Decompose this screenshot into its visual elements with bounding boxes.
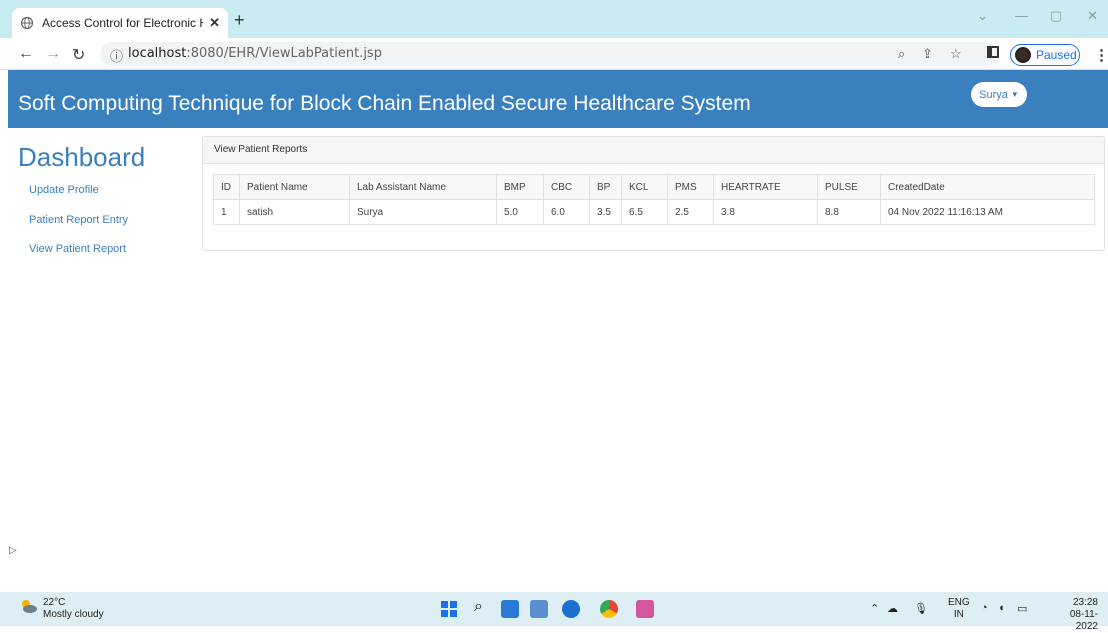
play-icon[interactable]: ▷ bbox=[9, 545, 17, 556]
zoom-icon[interactable]: ⌕ bbox=[898, 46, 905, 62]
chevron-up-icon[interactable]: ⌃ bbox=[870, 602, 879, 615]
windows-start-icon[interactable] bbox=[440, 600, 458, 618]
cell-patient-name: satish bbox=[239, 199, 350, 225]
weather-temperature: 22°C bbox=[43, 597, 66, 608]
cell-id: 1 bbox=[213, 199, 240, 225]
column-header-createddate: CreatedDate bbox=[880, 174, 1095, 200]
microphone-icon[interactable]: 🎙 bbox=[914, 602, 928, 615]
region-code: IN bbox=[953, 609, 964, 620]
language-indicator[interactable]: ENG IN bbox=[948, 597, 970, 621]
column-header-bmp: BMP bbox=[496, 174, 544, 200]
reload-icon[interactable]: ↻ bbox=[72, 45, 85, 65]
clock-date: 08-11-2022 bbox=[1069, 609, 1098, 632]
tab-title: Access Control for Electronic Hea bbox=[42, 16, 203, 30]
weather-condition: Mostly cloudy bbox=[43, 609, 104, 620]
column-header-cbc: CBC bbox=[543, 174, 590, 200]
column-header-lab-assistant-name: Lab Assistant Name bbox=[349, 174, 497, 200]
cell-pulse: 8.8 bbox=[817, 199, 881, 225]
table-header-row: ID Patient Name Lab Assistant Name BMP C… bbox=[213, 174, 1095, 200]
cell-kcl: 6.5 bbox=[621, 199, 668, 225]
tab-close-icon[interactable]: ✕ bbox=[209, 15, 220, 31]
column-header-pulse: PULSE bbox=[817, 174, 881, 200]
minimize-icon[interactable]: — bbox=[1015, 8, 1028, 23]
tab-search-icon[interactable]: ⌄ bbox=[977, 8, 988, 24]
cell-bp: 3.5 bbox=[589, 199, 622, 225]
column-header-patient-name: Patient Name bbox=[239, 174, 350, 200]
sidebar-item-view-patient-report[interactable]: View Patient Report bbox=[29, 243, 126, 255]
column-header-pms: PMS bbox=[667, 174, 714, 200]
reports-table: ID Patient Name Lab Assistant Name BMP C… bbox=[213, 174, 1095, 225]
reports-panel: View Patient Reports ID Patient Name Lab… bbox=[202, 136, 1105, 251]
table-row: 1 satish Surya 5.0 6.0 3.5 6.5 2.5 3.8 8… bbox=[213, 199, 1095, 225]
weather-cloudy-icon[interactable] bbox=[18, 598, 38, 614]
side-panel-icon[interactable] bbox=[987, 46, 999, 58]
user-name: Surya bbox=[979, 88, 1008, 101]
lang-code: ENG bbox=[948, 597, 970, 608]
app-header: Soft Computing Technique for Block Chain… bbox=[8, 70, 1108, 128]
restore-icon[interactable]: ▢ bbox=[1050, 8, 1062, 24]
cell-createddate: 04 Nov 2022 11:16:13 AM bbox=[880, 199, 1095, 225]
caret-down-icon: ▼ bbox=[1010, 90, 1019, 99]
close-window-icon[interactable]: ✕ bbox=[1087, 8, 1098, 24]
column-header-kcl: KCL bbox=[621, 174, 668, 200]
bookmark-star-icon[interactable]: ☆ bbox=[950, 46, 962, 62]
cell-lab-assistant-name: Surya bbox=[349, 199, 497, 225]
paint-app-icon[interactable] bbox=[636, 600, 654, 618]
cell-cbc: 6.0 bbox=[543, 199, 590, 225]
user-menu-button[interactable]: Surya ▼ bbox=[971, 82, 1027, 107]
system-clock[interactable]: 23:28 08-11-2022 bbox=[1048, 597, 1098, 633]
app-title: Soft Computing Technique for Block Chain… bbox=[18, 92, 751, 115]
panel-title: View Patient Reports bbox=[203, 137, 1104, 164]
cloud-sync-icon[interactable]: ☁ bbox=[887, 602, 898, 615]
sidebar-item-update-profile[interactable]: Update Profile bbox=[29, 184, 99, 196]
cell-pms: 2.5 bbox=[667, 199, 714, 225]
column-header-heartrate: HEARTRATE bbox=[713, 174, 818, 200]
sidebar-item-patient-report-entry[interactable]: Patient Report Entry bbox=[29, 214, 128, 226]
dashboard-heading: Dashboard bbox=[18, 142, 146, 172]
url-text: localhost:8080/EHR/ViewLabPatient.jsp bbox=[128, 46, 382, 61]
forward-icon[interactable]: → bbox=[45, 45, 61, 63]
column-header-id: ID bbox=[213, 174, 240, 200]
profile-status: Paused bbox=[1036, 48, 1077, 62]
browser-tab[interactable]: Access Control for Electronic Hea ✕ bbox=[12, 8, 228, 38]
clock-time: 23:28 bbox=[1072, 597, 1098, 608]
site-info-icon[interactable]: ⓘ bbox=[110, 46, 123, 65]
browser-tab-strip: Access Control for Electronic Hea ✕ + ⌄ … bbox=[0, 0, 1108, 38]
menu-kebab-icon[interactable]: ⋮ bbox=[1094, 46, 1108, 64]
browser-toolbar: ← → ↻ ⓘ localhost:8080/EHR/ViewLabPatien… bbox=[0, 38, 1108, 70]
photos-app-icon[interactable] bbox=[530, 600, 548, 618]
share-icon[interactable]: ⇪ bbox=[922, 46, 933, 62]
battery-icon[interactable]: ▭ bbox=[1017, 602, 1027, 615]
file-explorer-icon[interactable] bbox=[501, 600, 519, 618]
profile-button[interactable]: Paused bbox=[1010, 44, 1080, 66]
volume-icon[interactable]: ◖ bbox=[998, 602, 1005, 614]
address-bar[interactable]: ⓘ localhost:8080/EHR/ViewLabPatient.jsp … bbox=[100, 42, 998, 66]
avatar bbox=[1015, 47, 1031, 63]
taskbar: 22°C Mostly cloudy ⌕ ⌃ ☁ 🎙 ENG IN ◔ ◖ ▭ … bbox=[0, 592, 1108, 632]
globe-icon bbox=[20, 16, 34, 30]
cell-bmp: 5.0 bbox=[496, 199, 544, 225]
wifi-icon[interactable]: ◔ bbox=[981, 602, 988, 614]
cell-heartrate: 3.8 bbox=[713, 199, 818, 225]
chrome-icon[interactable] bbox=[600, 600, 618, 618]
new-tab-button[interactable]: + bbox=[234, 10, 245, 31]
back-icon[interactable]: ← bbox=[18, 45, 34, 63]
store-cube-icon[interactable] bbox=[562, 600, 580, 618]
column-header-bp: BP bbox=[589, 174, 622, 200]
search-icon[interactable]: ⌕ bbox=[474, 598, 483, 616]
